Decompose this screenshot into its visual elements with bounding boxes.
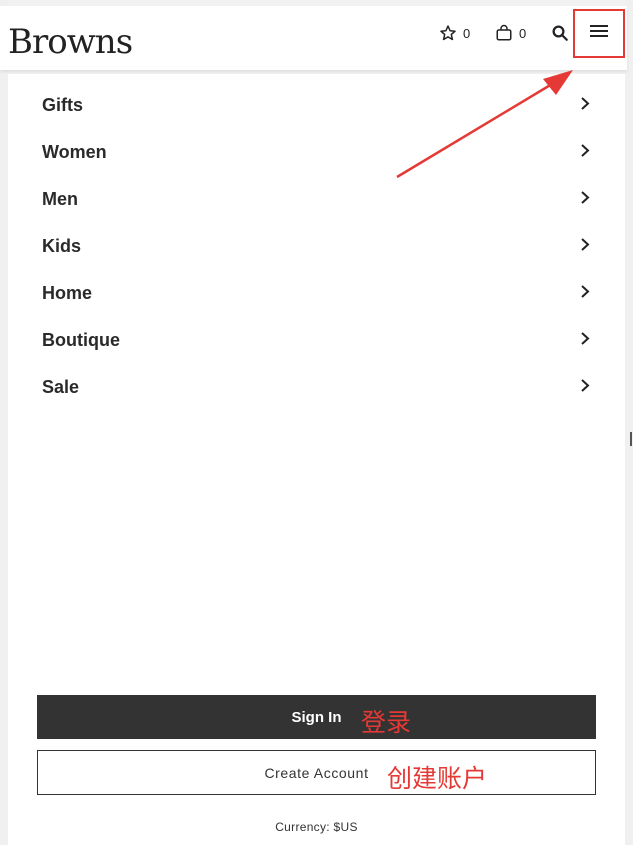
bag-count: 0 xyxy=(519,25,527,41)
nav-item-label: Gifts xyxy=(42,95,84,115)
search-button[interactable] xyxy=(551,22,569,44)
shopping-bag-button[interactable]: 0 xyxy=(495,22,526,44)
shopping-bag-icon xyxy=(495,24,513,42)
scroll-marker xyxy=(630,432,632,446)
background-strip xyxy=(0,0,8,845)
nav-item-label: Kids xyxy=(42,236,82,256)
background-strip xyxy=(625,0,633,845)
chevron-right-icon xyxy=(580,143,590,162)
chevron-right-icon xyxy=(580,96,590,115)
nav-item-women[interactable]: Women xyxy=(8,129,625,176)
search-icon xyxy=(551,24,569,42)
nav-item-label: Women xyxy=(42,142,107,162)
nav-item-label: Men xyxy=(42,189,78,209)
wishlist-button[interactable]: 0 xyxy=(439,22,470,44)
nav-item-label: Boutique xyxy=(42,330,120,350)
currency-selector[interactable]: Currency: $US xyxy=(0,820,633,834)
hamburger-menu-icon xyxy=(590,24,608,43)
wishlist-count: 0 xyxy=(463,25,471,41)
nav-item-label: Home xyxy=(42,283,93,303)
site-header: Browns 0 0 xyxy=(0,6,627,70)
chevron-right-icon xyxy=(580,331,590,350)
sign-in-annotation: 登录 xyxy=(361,708,412,737)
nav-item-label: Sale xyxy=(42,377,80,397)
nav-item-men[interactable]: Men xyxy=(8,176,625,223)
create-account-annotation: 创建账户 xyxy=(387,764,488,793)
nav-item-sale[interactable]: Sale xyxy=(8,364,625,411)
menu-button[interactable] xyxy=(573,9,625,58)
page: Browns 0 0 Gifts Women Men Kids Home Bou… xyxy=(0,0,633,845)
create-account-button[interactable]: Create Account xyxy=(37,750,596,795)
chevron-right-icon xyxy=(580,237,590,256)
chevron-right-icon xyxy=(580,190,590,209)
chevron-right-icon xyxy=(580,284,590,303)
nav-item-gifts[interactable]: Gifts xyxy=(8,82,625,129)
nav-list: Gifts Women Men Kids Home Boutique Sale xyxy=(8,82,625,411)
sign-in-button[interactable]: Sign In xyxy=(37,695,596,739)
chevron-right-icon xyxy=(580,378,590,397)
nav-item-home[interactable]: Home xyxy=(8,270,625,317)
star-outline-icon xyxy=(439,24,457,42)
nav-item-boutique[interactable]: Boutique xyxy=(8,317,625,364)
nav-item-kids[interactable]: Kids xyxy=(8,223,625,270)
brand-logo[interactable]: Browns xyxy=(8,20,132,56)
